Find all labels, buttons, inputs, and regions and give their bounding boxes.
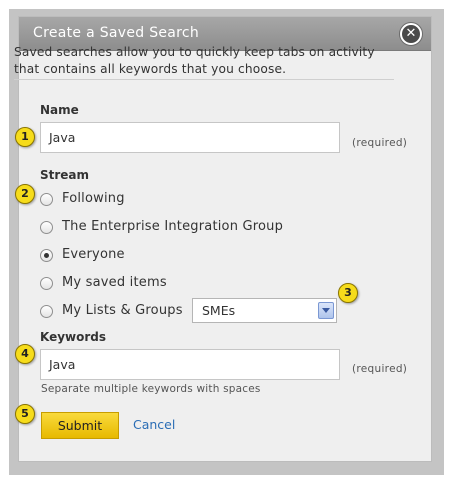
callout-1: 1 [15, 127, 35, 147]
callout-4: 4 [15, 344, 35, 364]
radio-label: Following [62, 191, 125, 206]
keywords-label: Keywords [40, 330, 107, 344]
radio-label: My saved items [62, 275, 167, 290]
radio-label: The Enterprise Integration Group [62, 219, 284, 234]
keywords-hint: Separate multiple keywords with spaces [41, 383, 261, 395]
radio-button[interactable] [40, 193, 53, 206]
radio-label: Everyone [62, 247, 125, 262]
chevron-down-icon[interactable] [318, 302, 334, 319]
saved-search-dialog: Create a Saved Search ✕ [18, 16, 432, 462]
radio-button[interactable] [40, 305, 53, 318]
stream-label: Stream [40, 168, 90, 182]
callout-3: 3 [338, 283, 358, 303]
radio-button-selected[interactable] [40, 249, 53, 262]
keywords-required-note: (required) [352, 363, 408, 375]
divider [14, 79, 394, 80]
submit-button[interactable]: Submit [41, 412, 119, 439]
close-button[interactable]: ✕ [400, 23, 422, 45]
dialog-description: Saved searches allow you to quickly keep… [14, 45, 375, 76]
name-required-note: (required) [352, 137, 408, 149]
cancel-link[interactable]: Cancel [133, 417, 175, 432]
radio-button[interactable] [40, 277, 53, 290]
close-icon: ✕ [405, 26, 417, 41]
lists-groups-select[interactable]: SMEs [192, 298, 337, 323]
callout-5: 5 [15, 404, 35, 424]
name-input[interactable]: Java [40, 122, 340, 153]
dialog-title: Create a Saved Search [33, 25, 200, 41]
callout-2: 2 [15, 184, 35, 204]
radio-button[interactable] [40, 221, 53, 234]
keywords-input[interactable]: Java [40, 349, 340, 380]
select-value: SMEs [202, 303, 236, 318]
radio-label: My Lists & Groups [62, 303, 183, 318]
name-label: Name [40, 103, 79, 117]
